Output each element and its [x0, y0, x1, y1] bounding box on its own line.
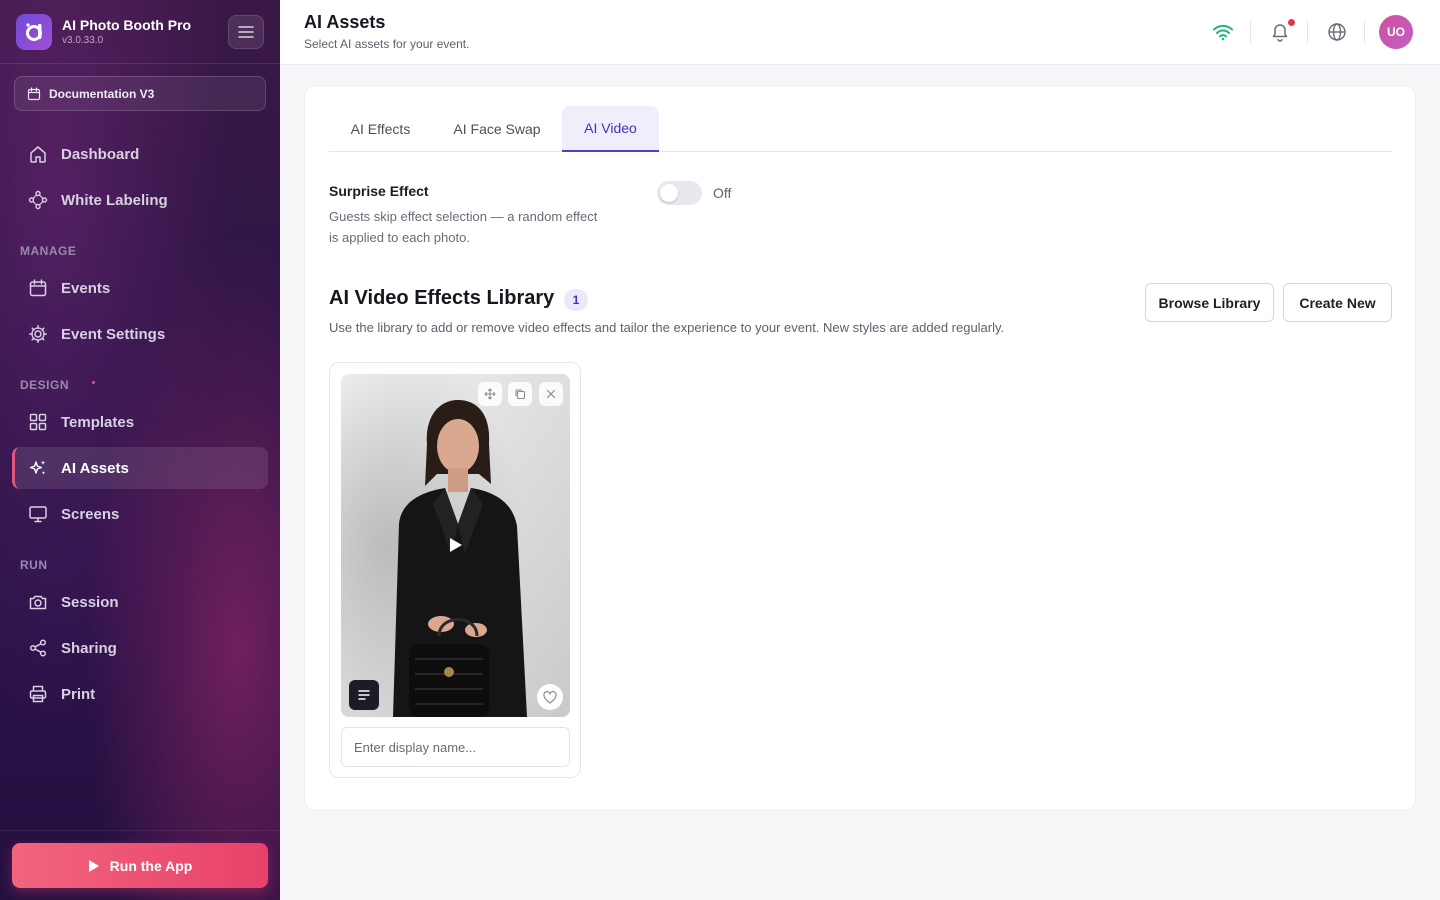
sidebar-item-ai-assets[interactable]: AI Assets [12, 447, 268, 489]
calendar-icon [28, 278, 48, 298]
surprise-effect-toggle[interactable] [657, 181, 702, 205]
sidebar-item-templates[interactable]: Templates [12, 401, 268, 443]
sidebar-item-sharing[interactable]: Sharing [12, 627, 268, 669]
library-count-badge: 1 [564, 289, 588, 311]
sidebar-item-label: Session [61, 593, 119, 611]
browse-library-button[interactable]: Browse Library [1145, 283, 1274, 322]
section-label-run: RUN [20, 558, 48, 572]
globe-icon[interactable] [1325, 20, 1349, 44]
create-new-button[interactable]: Create New [1283, 283, 1392, 322]
brand: AI Photo Booth Pro v3.0.33.0 [16, 14, 191, 50]
heart-icon[interactable] [537, 684, 563, 710]
page-subtitle: Select AI assets for your event. [304, 37, 470, 51]
sidebar-item-label: Sharing [61, 639, 117, 657]
calendar-icon [27, 86, 41, 100]
sidebar-item-session[interactable]: Session [12, 581, 268, 623]
section-label-design: DESIGN [20, 378, 70, 392]
event-selector[interactable]: Documentation V3 [14, 76, 266, 111]
sidebar: AI Photo Booth Pro v3.0.33.0 Documentati… [0, 0, 280, 900]
section-label-manage: MANAGE [20, 244, 77, 258]
tab-ai-video[interactable]: AI Video [562, 106, 659, 152]
sidebar-item-white-labeling[interactable]: White Labeling [12, 179, 268, 221]
sidebar-item-label: Dashboard [61, 145, 140, 163]
avatar[interactable]: UO [1379, 15, 1413, 49]
close-icon[interactable] [539, 382, 563, 406]
toggle-knob [660, 184, 678, 202]
tab-bar: AI Effects AI Face Swap AI Video [329, 106, 1392, 152]
run-the-app-label: Run the App [109, 857, 193, 874]
camera-icon [28, 592, 48, 612]
sidebar-item-print[interactable]: Print [12, 673, 268, 715]
hamburger-icon [238, 26, 254, 38]
description-icon[interactable] [349, 680, 379, 710]
toggle-state-label: Off [713, 185, 732, 201]
sidebar-item-dashboard[interactable]: Dashboard [12, 133, 268, 175]
grid-icon [28, 412, 48, 432]
notification-dot [1288, 19, 1295, 26]
video-effect-thumbnail[interactable] [341, 374, 570, 717]
sidebar-item-label: AI Assets [61, 459, 129, 477]
sidebar-item-events[interactable]: Events [12, 267, 268, 309]
display-name-input[interactable] [341, 727, 570, 767]
sidebar-item-label: Print [61, 685, 96, 703]
sidebar-item-label: Events [61, 279, 111, 297]
sidebar-item-screens[interactable]: Screens [12, 493, 268, 535]
sidebar-item-label: Templates [61, 413, 135, 431]
home-icon [28, 144, 48, 164]
surprise-effect-title: Surprise Effect [329, 183, 429, 199]
menu-toggle-button[interactable] [228, 15, 264, 49]
tab-ai-effects[interactable]: AI Effects [329, 106, 432, 152]
app-logo-icon [16, 14, 52, 50]
run-the-app-button[interactable]: Run the App [12, 843, 268, 888]
divider [0, 63, 280, 64]
divider [1307, 20, 1308, 44]
play-icon[interactable] [449, 537, 463, 558]
sparkles-icon [28, 458, 48, 478]
sidebar-item-label: Screens [61, 505, 120, 523]
monitor-icon [28, 504, 48, 524]
sidebar-item-event-settings[interactable]: Event Settings [12, 313, 268, 355]
divider [0, 830, 280, 831]
move-icon[interactable] [478, 382, 502, 406]
page-title: AI Assets [304, 12, 386, 32]
app-version: v3.0.33.0 [62, 35, 104, 46]
video-effect-card [329, 362, 581, 778]
library-title: AI Video Effects Library [329, 287, 555, 309]
sidebar-item-label: Event Settings [61, 325, 166, 343]
share-icon [28, 638, 48, 658]
library-description: Use the library to add or remove video e… [329, 320, 1005, 335]
event-selector-label: Documentation V3 [49, 86, 155, 101]
diamond-nodes-icon [28, 190, 48, 210]
surprise-effect-description: Guests skip effect selection — a random … [329, 209, 598, 245]
top-header: AI Assets Select AI assets for your even… [280, 0, 1440, 65]
gear-icon [28, 324, 48, 344]
duplicate-icon[interactable] [508, 382, 532, 406]
design-indicator-dot [92, 381, 95, 384]
printer-icon [28, 684, 48, 704]
divider [1250, 20, 1251, 44]
play-icon [88, 859, 99, 872]
wifi-icon[interactable] [1211, 20, 1235, 44]
divider [1364, 20, 1365, 44]
sidebar-item-label: White Labeling [61, 191, 168, 209]
main-card: AI Effects AI Face Swap AI Video Surpris… [304, 85, 1416, 811]
tab-ai-face-swap[interactable]: AI Face Swap [439, 106, 555, 152]
app-name: AI Photo Booth Pro [62, 17, 192, 33]
